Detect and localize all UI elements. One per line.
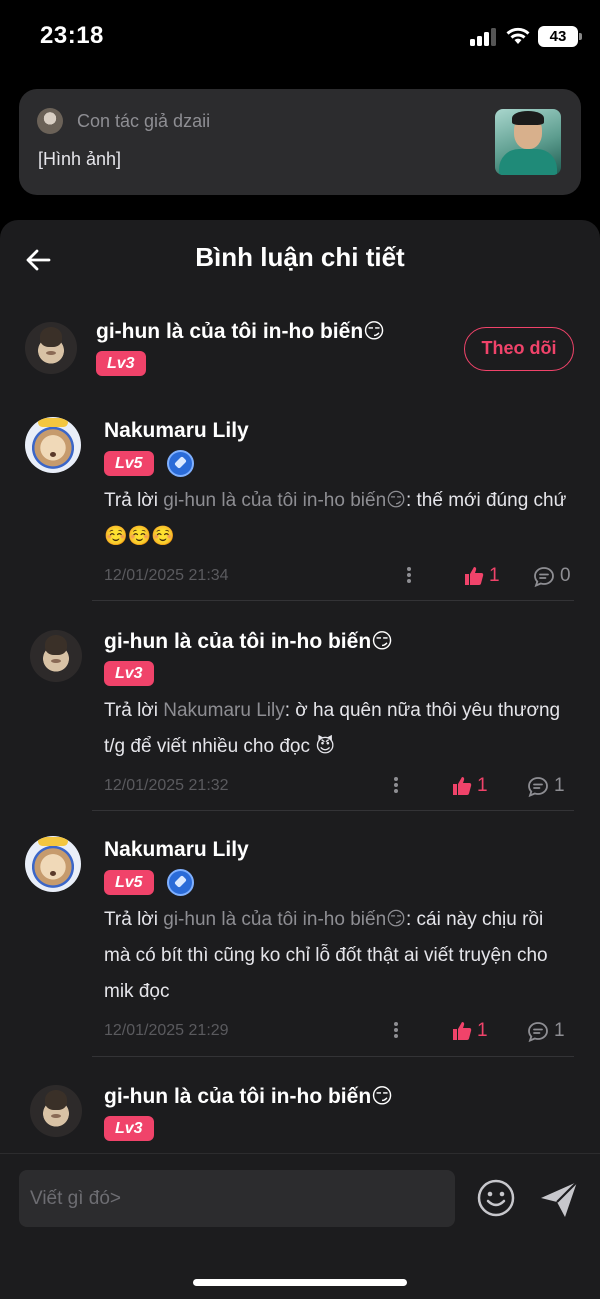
reply-comment-button[interactable]: 0 — [532, 565, 574, 589]
crystal-badge-icon — [167, 869, 194, 896]
main-comment-username[interactable]: gi-hun là của tôi in-ho biến😏 — [96, 319, 385, 344]
reply-text: Trả lời gi-hun là của tôi in-ho biến😏: t… — [104, 490, 567, 547]
thumbs-up-icon — [453, 777, 472, 795]
reply-timestamp: 12/01/2025 21:29 — [104, 1022, 229, 1039]
avatar[interactable] — [25, 322, 77, 374]
crystal-badge-icon — [167, 450, 194, 477]
speech-bubble-icon — [528, 777, 548, 798]
like-button[interactable]: 1 — [463, 565, 508, 589]
level-badge: Lv3 — [96, 351, 146, 376]
comment-detail-sheet: Bình luận chi tiết gi-hun là của tôi in-… — [0, 220, 600, 1299]
avatar[interactable] — [25, 836, 81, 892]
level-badge: Lv3 — [104, 1116, 154, 1141]
comment-count: 0 — [560, 565, 571, 586]
reply-item: gi-hun là của tôi in-ho biến😏 Lv3 — [0, 1080, 600, 1160]
comment-count: 1 — [554, 1020, 565, 1041]
paper-plane-icon[interactable] — [538, 1178, 580, 1220]
avatar[interactable] — [30, 1085, 82, 1137]
divider — [92, 1056, 574, 1057]
mention-link[interactable]: Nakumaru Lily — [163, 700, 284, 721]
reply-item: Nakumaru Lily Lv5 Trả lời gi-hun là của … — [0, 834, 600, 1064]
notification-thumbnail — [495, 109, 561, 175]
status-time: 23:18 — [40, 22, 104, 49]
like-count: 1 — [477, 775, 488, 796]
smiley-icon[interactable] — [476, 1178, 516, 1218]
level-badge: Lv5 — [104, 870, 154, 895]
reply-username[interactable]: gi-hun là của tôi in-ho biến😏 — [104, 629, 393, 654]
wifi-icon — [506, 27, 530, 44]
notification-preview[interactable]: Con tác giả dzaii [Hình ảnh] — [19, 89, 581, 195]
vertical-dots-icon[interactable] — [393, 1020, 399, 1040]
reply-username[interactable]: Nakumaru Lily — [104, 838, 249, 862]
reply-text: Trả lời gi-hun là của tôi in-ho biến😏: c… — [104, 909, 548, 1002]
reply-item: gi-hun là của tôi in-ho biến😏 Lv3 Trả lờ… — [0, 625, 600, 815]
reply-item: Nakumaru Lily Lv5 Trả lời gi-hun là của … — [0, 415, 600, 605]
follow-button[interactable]: Theo dõi — [464, 327, 574, 371]
mention-link[interactable]: gi-hun là của tôi in-ho biến😏 — [163, 909, 406, 930]
level-badge: Lv5 — [104, 451, 154, 476]
mention-link[interactable]: gi-hun là của tôi in-ho biến😏 — [163, 490, 406, 511]
divider — [92, 810, 574, 811]
level-badge: Lv3 — [104, 661, 154, 686]
speech-bubble-icon — [528, 1022, 548, 1043]
avatar[interactable] — [25, 417, 81, 473]
notification-text: [Hình ảnh] — [38, 149, 122, 169]
notification-author-avatar — [37, 108, 63, 134]
avatar[interactable] — [30, 630, 82, 682]
home-indicator — [193, 1279, 407, 1286]
reply-timestamp: 12/01/2025 21:32 — [104, 777, 229, 794]
vertical-dots-icon[interactable] — [406, 565, 412, 585]
status-bar: 23:18 43 — [0, 0, 600, 74]
like-count: 1 — [477, 1020, 488, 1041]
comment-input[interactable] — [19, 1170, 455, 1227]
reply-comment-button[interactable]: 1 — [526, 1020, 568, 1044]
cellular-signal-icon — [470, 28, 498, 46]
like-button[interactable]: 1 — [451, 1020, 496, 1044]
divider — [92, 600, 574, 601]
reply-username[interactable]: gi-hun là của tôi in-ho biến😏 — [104, 1084, 393, 1109]
reply-username[interactable]: Nakumaru Lily — [104, 419, 249, 443]
like-button[interactable]: 1 — [451, 775, 496, 799]
thumbs-up-icon — [465, 567, 484, 585]
vertical-dots-icon[interactable] — [393, 775, 399, 795]
reply-text: Trả lời Nakumaru Lily: ờ ha quên nữa thô… — [104, 700, 561, 757]
notification-author: Con tác giả dzaii — [77, 111, 211, 131]
comment-count: 1 — [554, 775, 565, 796]
comment-input-bar — [0, 1153, 600, 1299]
sheet-header: Bình luận chi tiết — [0, 220, 600, 300]
thumbs-up-icon — [453, 1022, 472, 1040]
reply-comment-button[interactable]: 1 — [526, 775, 568, 799]
battery-indicator: 43 — [538, 26, 582, 47]
speech-bubble-icon — [534, 567, 554, 588]
like-count: 1 — [489, 565, 500, 586]
page-title: Bình luận chi tiết — [195, 242, 405, 272]
main-comment-header: gi-hun là của tôi in-ho biến😏 Lv3 Theo d… — [0, 315, 600, 385]
reply-timestamp: 12/01/2025 21:34 — [104, 567, 229, 584]
